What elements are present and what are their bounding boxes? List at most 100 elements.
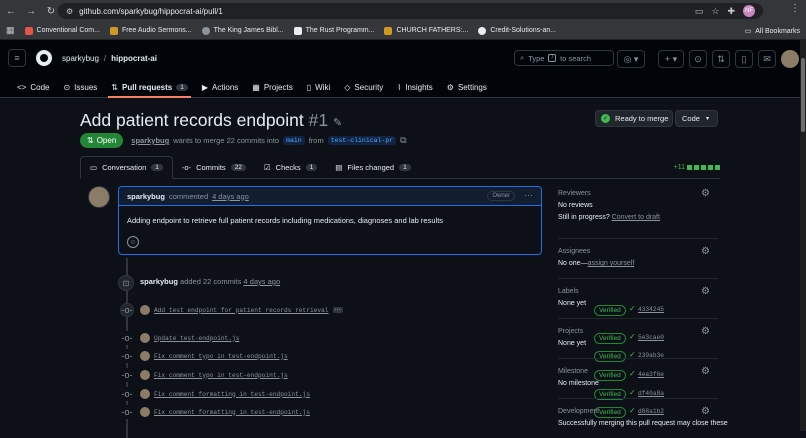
commit-message[interactable]: Update test-endpoint.js	[154, 335, 239, 342]
sidebar-heading[interactable]: Labels	[558, 288, 718, 295]
avatar[interactable]	[140, 305, 150, 315]
gear-icon[interactable]: ⚙	[701, 286, 710, 297]
edit-pencil-icon[interactable]: ✎	[333, 117, 342, 129]
scrollbar[interactable]	[800, 40, 806, 431]
menu-icon[interactable]: ⋮	[790, 3, 800, 14]
comment-author[interactable]: sparkybug	[127, 192, 165, 201]
scrollbar-thumb[interactable]	[801, 58, 805, 132]
sidebar-heading[interactable]: Projects	[558, 328, 718, 335]
gear-icon[interactable]: ⚙	[701, 406, 710, 417]
pull-requests-icon[interactable]: ⇅	[712, 50, 730, 68]
convert-to-draft-link[interactable]: Convert to draft	[612, 214, 660, 221]
avatar[interactable]	[140, 351, 150, 361]
commit-message[interactable]: Add test endpoint for patient records re…	[154, 307, 329, 314]
tab-issues[interactable]: ⊙ Issues	[56, 76, 104, 98]
tab-pull-requests[interactable]: ⇅ Pull requests 1	[104, 76, 195, 98]
gear-icon[interactable]: ⚙	[701, 366, 710, 377]
extensions-icon[interactable]: ✚	[727, 6, 735, 17]
sidebar-heading[interactable]: Assignees	[558, 248, 718, 255]
pr-title: Add patient records endpoint	[80, 110, 304, 130]
forward-icon[interactable]: →	[22, 2, 40, 20]
divider	[558, 278, 718, 279]
profile-avatar[interactable]: NF	[743, 5, 755, 17]
commit-sha[interactable]: df40a8a	[638, 390, 664, 397]
code-button[interactable]: Code ▾	[675, 110, 718, 127]
tab-wiki[interactable]: ▯ Wiki	[300, 76, 338, 98]
bookmark-item[interactable]: The King James Bibl...	[201, 26, 284, 35]
comment-box: sparkybug commented 4 days ago Owner ···…	[118, 186, 542, 255]
site-info-icon[interactable]: ⚙	[66, 7, 73, 16]
projects-icon: ▦	[252, 82, 260, 92]
gear-icon[interactable]: ⚙	[701, 188, 710, 199]
copilot-icon[interactable]: ◎ ▾	[617, 50, 645, 68]
sidebar-heading[interactable]: Development	[558, 408, 718, 415]
tab-settings[interactable]: ⚙ Settings	[440, 76, 494, 98]
copy-icon[interactable]: ⧉	[400, 135, 406, 146]
sidebar-reviewers: Reviewers ⚙ No reviews Still in progress…	[558, 188, 718, 221]
avatar[interactable]	[140, 370, 150, 380]
merge-text: wants to merge 22 commits into	[173, 136, 280, 145]
tab-commits[interactable]: -o- Commits 22	[173, 156, 255, 179]
add-reaction-icon[interactable]: ☺	[127, 236, 139, 248]
tab-conversation[interactable]: ▭ Conversation 1	[80, 156, 173, 179]
commit-sha[interactable]: 4334245	[638, 306, 664, 313]
checklist-icon: ☑	[263, 163, 271, 172]
apps-icon[interactable]: ▦	[6, 25, 15, 36]
owner-link[interactable]: sparkybug	[62, 54, 99, 63]
tab-insights[interactable]: ⌇ Insights	[390, 76, 439, 98]
url-text[interactable]: github.com/sparkybug/hippocrat-ai/pull/1	[79, 7, 223, 16]
bookmark-item[interactable]: CHURCH FATHERS:...	[384, 26, 468, 35]
tab-files-changed[interactable]: ▤ Files changed 1	[326, 156, 419, 179]
back-icon[interactable]: ←	[2, 2, 20, 20]
assign-yourself-link[interactable]: assign yourself	[588, 260, 635, 267]
cast-icon[interactable]: ▭	[695, 6, 704, 17]
commit-message[interactable]: Fix comment formatting in test-endpoint.…	[154, 409, 310, 416]
sidebar-heading[interactable]: Milestone	[558, 368, 718, 375]
discussions-icon[interactable]: ▯	[735, 50, 753, 68]
bookmark-item[interactable]: Conventional Com...	[24, 26, 100, 35]
repo-link[interactable]: hippocrat-ai	[111, 54, 157, 63]
star-icon[interactable]: ☆	[711, 6, 719, 17]
inbox-icon[interactable]: ✉	[758, 50, 776, 68]
hamburger-menu-icon[interactable]: ≡	[8, 49, 26, 67]
sidebar-labels: Labels ⚙ None yet	[558, 286, 718, 307]
base-branch[interactable]: main	[283, 136, 305, 145]
author-link[interactable]: sparkybug	[131, 136, 169, 145]
tab-checks[interactable]: ☑ Checks 1	[255, 156, 326, 179]
gear-icon[interactable]: ⚙	[701, 246, 710, 257]
tab-projects[interactable]: ▦ Projects	[245, 76, 299, 98]
commit-message[interactable]: Fix comment typo in test-endpoint.js	[154, 353, 288, 360]
all-bookmarks[interactable]: ▭ All Bookmarks	[745, 22, 800, 40]
avatar[interactable]	[140, 407, 150, 417]
expand-commit-button[interactable]: ···	[332, 307, 343, 313]
avatar[interactable]	[140, 333, 150, 343]
bookmark-item[interactable]: Free Audio Sermons...	[109, 26, 192, 35]
pr-number: #1	[308, 110, 329, 130]
commit-message[interactable]: Fix comment typo in test-endpoint.js	[154, 372, 288, 379]
user-avatar[interactable]	[781, 50, 799, 68]
gear-icon[interactable]: ⚙	[701, 326, 710, 337]
address-bar[interactable]: ⚙ github.com/sparkybug/hippocrat-ai/pull…	[58, 3, 763, 19]
avatar[interactable]	[88, 186, 110, 208]
event-timestamp[interactable]: 4 days ago	[243, 277, 280, 286]
ready-to-merge-button[interactable]: ✓ Ready to merge	[595, 110, 673, 127]
tab-security[interactable]: ◇ Security	[337, 76, 390, 98]
comment-timestamp[interactable]: 4 days ago	[212, 192, 249, 201]
issues-icon[interactable]: ⊙	[689, 50, 707, 68]
commit-message[interactable]: Fix comment formatting in test-endpoint.…	[154, 391, 310, 398]
sidebar-heading[interactable]: Reviewers	[558, 190, 718, 197]
status-badge: ⇅ Open	[80, 133, 124, 148]
verified-badge[interactable]: Verified	[594, 351, 626, 362]
bookmark-item[interactable]: The Rust Programm...	[293, 26, 374, 35]
github-logo-icon[interactable]	[36, 50, 52, 66]
search-input[interactable]: ⌕ Type / to search	[514, 50, 614, 66]
create-new-icon[interactable]: + ▾	[658, 50, 684, 68]
check-icon[interactable]: ✓	[629, 388, 636, 397]
tab-actions[interactable]: ▶ Actions	[195, 76, 245, 98]
head-branch[interactable]: test-clinical-pr	[327, 136, 397, 145]
avatar[interactable]	[140, 389, 150, 399]
event-author[interactable]: sparkybug	[140, 277, 178, 286]
more-options-icon[interactable]: ···	[524, 190, 533, 200]
bookmark-item[interactable]: Credit-Solutions-an...	[478, 26, 556, 35]
tab-code[interactable]: <> Code	[10, 76, 56, 98]
